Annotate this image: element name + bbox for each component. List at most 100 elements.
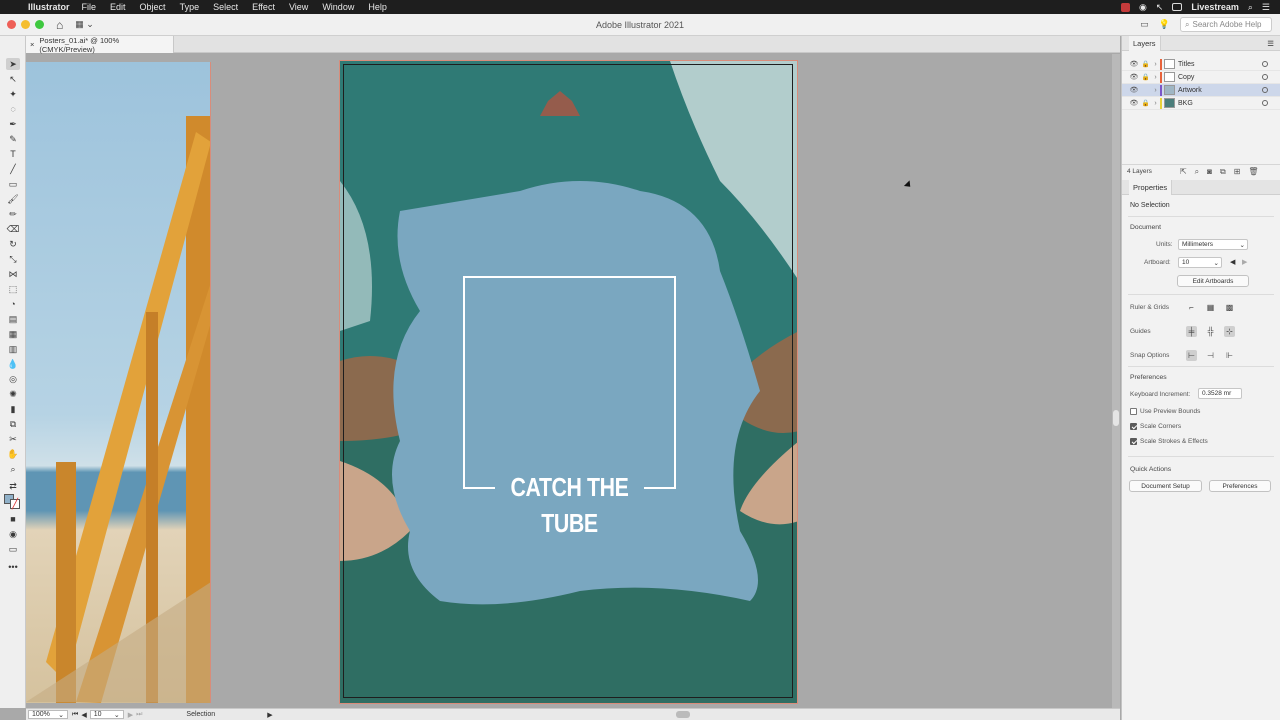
menu-window[interactable]: Window [322, 2, 354, 12]
previous-artboard-icon[interactable]: ◀ [1230, 258, 1235, 266]
layer-name[interactable]: Copy [1178, 74, 1262, 81]
last-artboard-icon[interactable]: ⏭ [136, 711, 142, 719]
snap-to-pixel-icon[interactable]: ⊩ [1224, 350, 1235, 361]
document-setup-button[interactable]: Document Setup [1129, 480, 1202, 492]
new-sublayer-icon[interactable]: ⧉ [1220, 167, 1226, 177]
chevron-right-icon[interactable]: › [1151, 100, 1160, 107]
panel-menu-icon[interactable]: ☰ [1267, 39, 1274, 48]
edit-toolbar-icon[interactable]: ••• [6, 561, 20, 573]
scale-strokes-option[interactable]: Scale Strokes & Effects [1130, 438, 1208, 445]
layer-row-titles[interactable]: 👁 🔒 › Titles [1122, 58, 1280, 71]
workspace-switcher-icon[interactable]: ▦ ⌄ [75, 19, 94, 30]
app-menu[interactable]: Illustrator [28, 2, 70, 12]
blend-tool-icon[interactable]: ◎ [6, 373, 20, 385]
layer-row-artwork[interactable]: 👁 › Artwork [1122, 84, 1280, 97]
help-search-input[interactable]: ⌕ Search Adobe Help [1180, 17, 1272, 32]
delete-layer-icon[interactable]: 🗑 [1248, 167, 1258, 176]
lock-icon[interactable]: 🔒 [1140, 73, 1151, 81]
lock-guides-icon[interactable]: ╬ [1205, 326, 1216, 337]
column-graph-tool-icon[interactable]: ▮ [6, 403, 20, 415]
locate-object-icon[interactable]: ⌕ [1195, 167, 1199, 177]
eye-icon[interactable]: 👁 [1128, 99, 1140, 107]
color-mode-icon[interactable]: ■ [6, 513, 20, 525]
eye-icon[interactable]: 👁 [1128, 60, 1140, 68]
eyedropper-tool-icon[interactable]: 💧 [6, 358, 20, 370]
chevron-right-icon[interactable]: › [1151, 74, 1160, 81]
perspective-grid-tool-icon[interactable]: ▤ [6, 313, 20, 325]
status-menu-icon[interactable]: ▶ [267, 711, 272, 719]
properties-panel-tab[interactable]: Properties [1129, 179, 1173, 195]
rotate-tool-icon[interactable]: ↻ [6, 238, 20, 250]
line-tool-icon[interactable]: ╱ [6, 163, 20, 175]
menu-effect[interactable]: Effect [252, 2, 275, 12]
menu-object[interactable]: Object [140, 2, 166, 12]
canvas[interactable]: CATCH THE TUBE [26, 54, 1112, 707]
screen-mode-icon[interactable]: ▭ [6, 543, 20, 555]
vertical-scrollbar[interactable] [1112, 54, 1120, 708]
type-tool-icon[interactable]: T [6, 148, 20, 160]
close-tab-icon[interactable]: × [30, 40, 34, 49]
layer-row-copy[interactable]: 👁 🔒 › Copy [1122, 71, 1280, 84]
magic-wand-tool-icon[interactable]: ✦ [6, 88, 20, 100]
pencil-tool-icon[interactable]: ✏ [6, 208, 20, 220]
layer-name[interactable]: BKG [1178, 100, 1262, 107]
layer-target-icon[interactable] [1262, 61, 1268, 67]
symbol-sprayer-tool-icon[interactable]: ✺ [6, 388, 20, 400]
keyboard-increment-input[interactable]: 0.3528 mr [1198, 388, 1242, 399]
drawing-mode-icon[interactable]: ◉ [6, 528, 20, 540]
mesh-tool-icon[interactable]: ▦ [6, 328, 20, 340]
close-window-button[interactable] [7, 20, 16, 29]
next-artboard-icon[interactable]: ▶ [128, 711, 133, 719]
eye-icon[interactable]: 👁 [1128, 86, 1140, 94]
scale-corners-checkbox[interactable] [1130, 423, 1137, 430]
layers-panel-tab[interactable]: Layers [1129, 35, 1161, 51]
scale-corners-option[interactable]: Scale Corners [1130, 423, 1181, 430]
swap-fill-stroke-icon[interactable]: ⇄ [6, 480, 20, 492]
document-tab[interactable]: × Posters_01.ai* @ 100% (CMYK/Preview) [26, 36, 174, 54]
layer-target-icon[interactable] [1262, 74, 1268, 80]
artboard-select[interactable]: 10 ⌄ [1178, 257, 1222, 268]
menu-file[interactable]: File [82, 2, 97, 12]
lock-icon[interactable]: 🔒 [1140, 99, 1151, 107]
shape-builder-tool-icon[interactable]: ◔ [6, 298, 20, 310]
pen-tool-icon[interactable]: ✒ [6, 118, 20, 130]
menu-edit[interactable]: Edit [110, 2, 126, 12]
use-preview-bounds-checkbox[interactable] [1130, 408, 1137, 415]
lasso-tool-icon[interactable]: ◌ [6, 103, 20, 115]
scale-strokes-checkbox[interactable] [1130, 438, 1137, 445]
rulers-icon[interactable]: ⌐ [1186, 302, 1197, 313]
layer-name[interactable]: Titles [1178, 61, 1262, 68]
horizontal-scrollbar[interactable] [296, 711, 1111, 718]
spotlight-search-icon[interactable]: ⌕ [1248, 2, 1253, 13]
artboard-tool-icon[interactable]: ⧉ [6, 418, 20, 430]
next-artboard-icon[interactable]: ▶ [1242, 258, 1247, 266]
transparency-grid-icon[interactable]: ▩ [1224, 302, 1235, 313]
clipping-mask-icon[interactable]: ◙ [1207, 167, 1212, 176]
layer-target-icon[interactable] [1262, 87, 1268, 93]
poster-title-text[interactable]: CATCH THE TUBE [482, 469, 657, 541]
artboard-poster[interactable]: CATCH THE TUBE [339, 60, 798, 704]
preferences-button[interactable]: Preferences [1209, 480, 1271, 492]
livestream-label[interactable]: Livestream [1191, 2, 1239, 12]
cursor-icon[interactable]: ↖ [1156, 2, 1164, 13]
new-layer-icon[interactable]: ⊞ [1234, 167, 1241, 176]
vertical-scroll-thumb[interactable] [1113, 410, 1119, 426]
snap-to-point-icon[interactable]: ⊢ [1186, 350, 1197, 361]
curvature-tool-icon[interactable]: ✎ [6, 133, 20, 145]
arrange-documents-icon[interactable]: ▭ [1140, 19, 1149, 30]
stroke-color-swatch[interactable]: ╱ [10, 499, 20, 510]
recording-icon[interactable] [1120, 2, 1130, 12]
units-select[interactable]: Millimeters ⌄ [1178, 239, 1248, 250]
layer-row-bkg[interactable]: 👁 🔒 › BKG [1122, 97, 1280, 110]
home-icon[interactable]: ⌂ [56, 18, 63, 32]
zoom-tool-icon[interactable]: ⌕ [6, 463, 20, 475]
free-transform-tool-icon[interactable]: ⬚ [6, 283, 20, 295]
layer-target-icon[interactable] [1262, 100, 1268, 106]
show-guides-icon[interactable]: ╪ [1186, 326, 1197, 337]
gradient-tool-icon[interactable]: ▥ [6, 343, 20, 355]
first-artboard-icon[interactable]: ⏮ [72, 711, 78, 719]
layer-name[interactable]: Artwork [1178, 87, 1262, 94]
previous-artboard-icon[interactable]: ◀ [81, 711, 86, 719]
rectangle-tool-icon[interactable]: ▭ [6, 178, 20, 190]
zoom-window-button[interactable] [35, 20, 44, 29]
